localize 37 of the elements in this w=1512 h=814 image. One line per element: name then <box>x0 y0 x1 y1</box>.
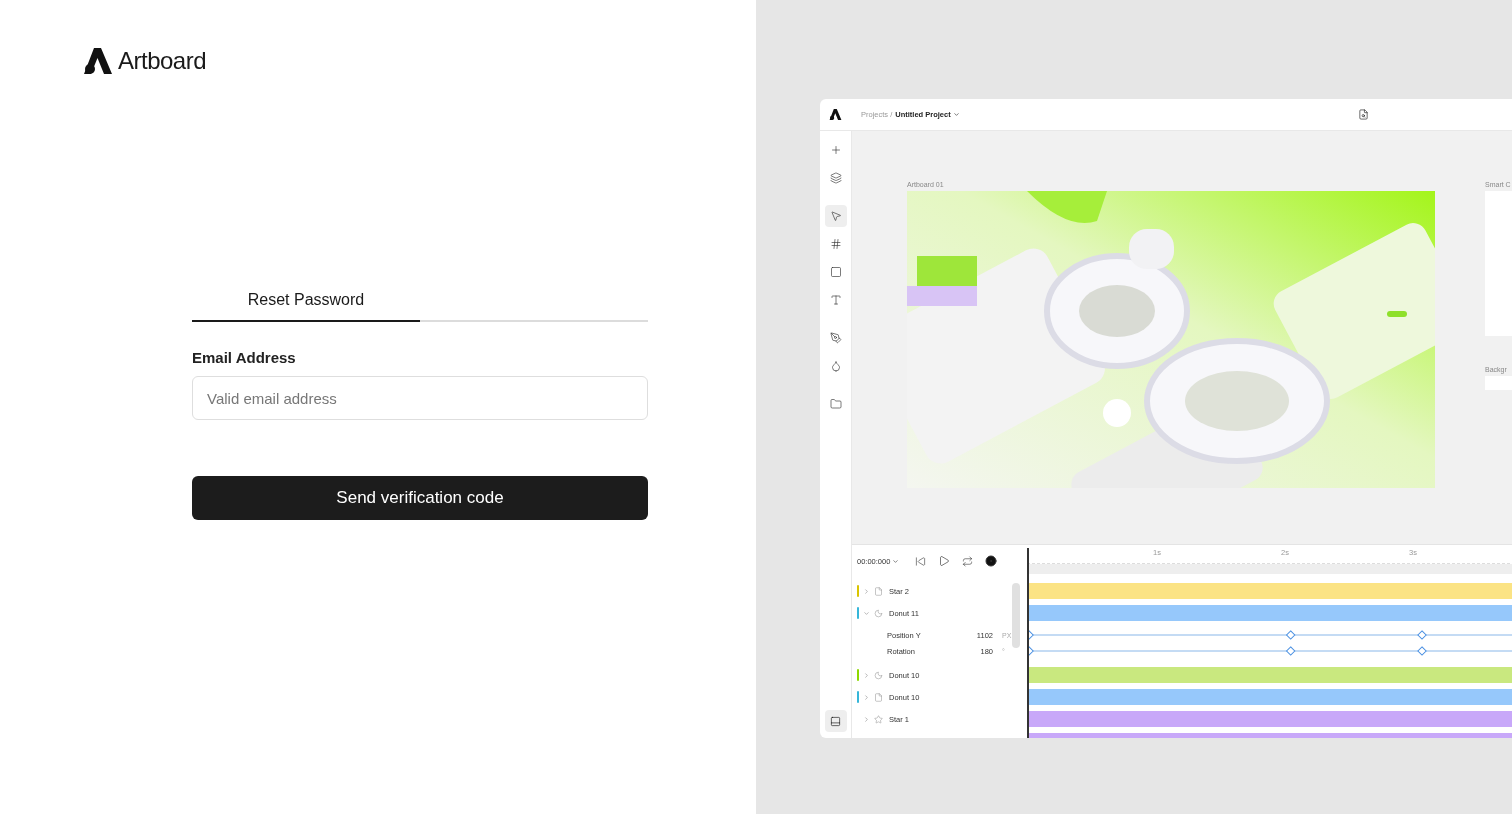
chevron-right-icon[interactable] <box>863 671 870 679</box>
folder-icon <box>829 398 842 410</box>
layers-icon <box>829 172 842 184</box>
scrollbar-thumb[interactable] <box>1012 583 1020 648</box>
pointer-icon <box>829 210 842 222</box>
crescent-icon <box>874 670 883 680</box>
logo-icon <box>829 109 842 120</box>
chevron-right-icon[interactable] <box>863 693 870 701</box>
text-icon <box>829 294 842 306</box>
skip-back-icon[interactable] <box>915 555 927 567</box>
email-field[interactable]: Valid email address <box>192 376 648 420</box>
frame-icon <box>829 238 842 250</box>
pen-icon <box>829 332 842 344</box>
panel-bottom-icon <box>830 715 841 727</box>
tab[interactable]: Reset Password <box>192 291 420 322</box>
chevron-right-icon[interactable] <box>863 587 870 595</box>
chevron-down-icon[interactable] <box>863 609 870 617</box>
page-icon <box>874 586 883 596</box>
star-icon <box>874 714 883 724</box>
crescent-icon <box>874 608 883 618</box>
tool-button[interactable] <box>824 205 847 227</box>
submit-button[interactable]: Send verification code <box>192 476 648 520</box>
record-icon[interactable] <box>985 555 998 567</box>
brand-name: Artboard <box>118 47 207 75</box>
play-icon[interactable] <box>938 555 951 567</box>
droplet-icon <box>829 360 842 372</box>
page-icon <box>874 692 883 702</box>
chevron-right-icon[interactable] <box>863 715 870 723</box>
logo-icon <box>84 48 112 74</box>
file-search-icon[interactable] <box>1357 109 1369 120</box>
chevron-down-icon <box>952 111 960 118</box>
loop-icon[interactable] <box>962 555 974 567</box>
square-icon <box>829 266 842 278</box>
panel-toggle-button[interactable] <box>824 710 847 732</box>
chevron-down-icon <box>892 557 900 565</box>
plus-icon <box>829 144 842 156</box>
field-label: Email Address <box>192 349 297 366</box>
